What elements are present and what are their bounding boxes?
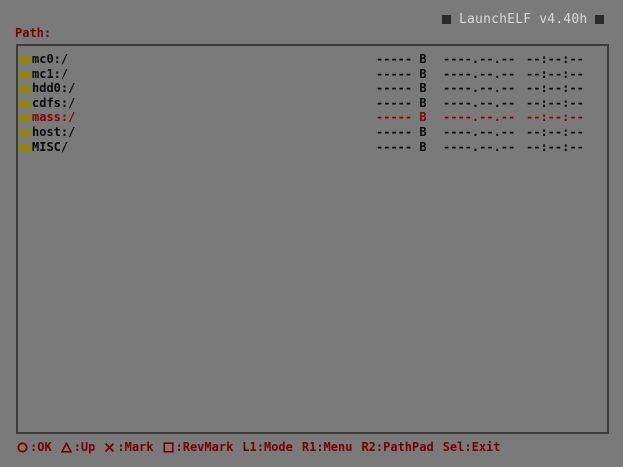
hint-mark: :Mark <box>104 440 154 454</box>
folder-icon <box>19 113 31 123</box>
file-size: ----- B <box>376 139 427 154</box>
title-right-square-icon <box>595 14 605 24</box>
file-row-cdfs[interactable]: cdfs:/ ----- B ----.--.-- --:--:-- <box>18 96 607 111</box>
app-title: LaunchELF v4.40h <box>459 11 588 27</box>
file-name: hdd0:/ <box>32 81 76 96</box>
hint-up-label: :Up <box>73 440 96 454</box>
hint-revmark: :RevMark <box>162 440 234 454</box>
hint-menu-label: R1:Menu <box>301 440 353 454</box>
file-time: --:--:-- <box>526 81 584 96</box>
file-date: ----.--.-- <box>443 139 516 154</box>
file-name: mc1:/ <box>32 66 69 81</box>
file-time: --:--:-- <box>526 66 584 81</box>
circle-icon <box>17 441 28 453</box>
file-size: ----- B <box>376 81 427 96</box>
file-time: --:--:-- <box>526 95 584 110</box>
file-date: ----.--.-- <box>443 66 516 81</box>
hint-exit: Sel:Exit <box>443 440 501 454</box>
file-date: ----.--.-- <box>443 52 516 66</box>
file-row-hdd0[interactable]: hdd0:/ ----- B ----.--.-- --:--:-- <box>18 81 607 96</box>
file-time: --:--:-- <box>526 52 584 66</box>
square-icon <box>162 441 174 453</box>
file-name: MISC/ <box>32 139 69 154</box>
hint-exit-label: Sel:Exit <box>442 440 501 454</box>
file-time: --:--:-- <box>526 110 584 125</box>
file-name: cdfs:/ <box>32 95 76 110</box>
hint-ok-label: :OK <box>30 440 52 454</box>
folder-icon <box>19 55 31 64</box>
file-time: --:--:-- <box>526 124 584 139</box>
file-browser-panel: mc0:/ ----- B ----.--.-- --:--:-- mc1:/ … <box>16 44 609 434</box>
file-row-mc0[interactable]: mc0:/ ----- B ----.--.-- --:--:-- <box>18 52 607 67</box>
folder-icon <box>19 70 31 79</box>
hint-up: :Up <box>60 440 96 454</box>
file-date: ----.--.-- <box>443 110 516 125</box>
file-row-mc1[interactable]: mc1:/ ----- B ----.--.-- --:--:-- <box>18 67 607 82</box>
hint-mode-label: L1:Mode <box>242 440 293 454</box>
hint-pathpad-label: R2:PathPad <box>361 440 434 454</box>
file-size: ----- B <box>376 110 427 125</box>
file-row-misc[interactable]: MISC/ ----- B ----.--.-- --:--:-- <box>18 140 607 155</box>
title-left-square-icon <box>442 14 451 24</box>
hint-pathpad: R2:PathPad <box>361 440 433 454</box>
file-row-host[interactable]: host:/ ----- B ----.--.-- --:--:-- <box>18 125 607 140</box>
folder-icon <box>19 84 31 94</box>
file-name: mc0:/ <box>32 52 69 66</box>
file-size: ----- B <box>376 66 427 81</box>
hint-menu: R1:Menu <box>302 440 353 454</box>
file-date: ----.--.-- <box>443 95 516 110</box>
hint-mark-label: :Mark <box>117 440 154 454</box>
file-size: ----- B <box>376 52 427 66</box>
folder-icon <box>19 128 31 137</box>
file-size: ----- B <box>376 124 427 139</box>
file-row-mass-selected[interactable]: mass:/ ----- B ----.--.-- --:--:-- <box>18 110 607 125</box>
file-time: --:--:-- <box>526 139 584 154</box>
file-name: host:/ <box>32 124 76 139</box>
controls-hint-bar: :OK :Up :Mark :RevMark L1:Mode R1:Menu R… <box>17 439 510 455</box>
folder-icon <box>19 143 31 152</box>
hint-revmark-label: :RevMark <box>175 440 234 454</box>
file-date: ----.--.-- <box>443 124 516 139</box>
triangle-icon <box>60 441 72 453</box>
cross-icon <box>105 442 115 452</box>
hint-ok: :OK <box>17 440 52 454</box>
app-title-bar: LaunchELF v4.40h <box>442 10 605 28</box>
file-size: ----- B <box>376 95 427 110</box>
folder-icon <box>19 99 31 108</box>
file-date: ----.--.-- <box>443 81 516 96</box>
path-label: Path: <box>15 26 52 40</box>
file-list: mc0:/ ----- B ----.--.-- --:--:-- mc1:/ … <box>18 52 607 154</box>
file-name: mass:/ <box>32 110 76 125</box>
hint-mode: L1:Mode <box>242 440 293 454</box>
path-bar: Path: <box>15 26 51 40</box>
